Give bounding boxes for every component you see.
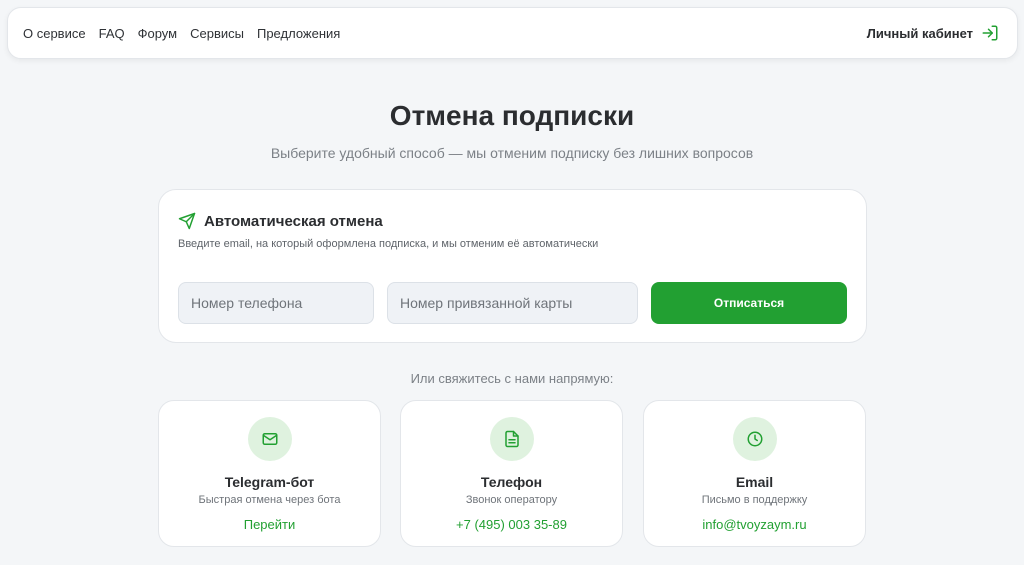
contact-card-email: Email Письмо в поддержку info@tvoyzaym.r… [643, 400, 866, 547]
auto-cancel-description: Введите email, на который оформлена подп… [178, 238, 599, 250]
mail-icon [262, 433, 278, 445]
nav-link-faq[interactable]: FAQ [99, 26, 125, 41]
email-link[interactable]: info@tvoyzaym.ru [644, 517, 865, 532]
contact-card-subtitle: Звонок оператору [465, 494, 558, 506]
clock-icon [747, 431, 763, 447]
auto-cancel-title: Автоматическая отмена [204, 212, 383, 230]
contact-card-subtitle: Письмо в поддержку [701, 494, 808, 506]
nav-link-services[interactable]: Сервисы [190, 26, 244, 41]
telegram-icon-circle [248, 417, 292, 461]
send-icon [178, 212, 196, 230]
nav-links: О сервисе FAQ Форум Сервисы Предложения [23, 26, 340, 41]
account-label: Личный кабинет [866, 25, 973, 41]
page-title: Отмена подписки [389, 100, 635, 131]
contact-card-subtitle: Быстрая отмена через бота [198, 494, 341, 506]
contact-card-title: Телефон [480, 474, 543, 490]
top-nav: О сервисе FAQ Форум Сервисы Предложения … [7, 7, 1018, 59]
phone-icon-circle [490, 417, 534, 461]
unsubscribe-button[interactable]: Отписаться [651, 282, 847, 324]
contact-card-telegram: Telegram-бот Быстрая отмена через бота П… [158, 400, 381, 547]
account-link[interactable]: Личный кабинет [867, 24, 999, 42]
card-number-input[interactable] [387, 282, 638, 324]
phone-input[interactable] [178, 282, 374, 324]
contact-card-title: Telegram-бот [224, 474, 315, 490]
nav-link-about[interactable]: О сервисе [23, 26, 86, 41]
phone-link[interactable]: +7 (495) 003 35-89 [401, 517, 622, 532]
nav-link-forum[interactable]: Форум [138, 26, 178, 41]
email-icon-circle [733, 417, 777, 461]
page-subtitle: Выберите удобный способ — мы отменим под… [270, 145, 754, 161]
auto-cancel-header: Автоматическая отмена [178, 212, 383, 230]
contact-card-title: Email [735, 474, 774, 490]
document-icon [505, 430, 519, 448]
login-icon [982, 25, 998, 41]
telegram-link[interactable]: Перейти [159, 517, 380, 532]
nav-link-offers[interactable]: Предложения [257, 26, 340, 41]
auto-cancel-card: Автоматическая отмена Введите email, на … [158, 189, 867, 343]
contact-heading: Или свяжитесь с нами напрямую: [410, 371, 614, 386]
contact-card-phone: Телефон Звонок оператору +7 (495) 003 35… [400, 400, 623, 547]
